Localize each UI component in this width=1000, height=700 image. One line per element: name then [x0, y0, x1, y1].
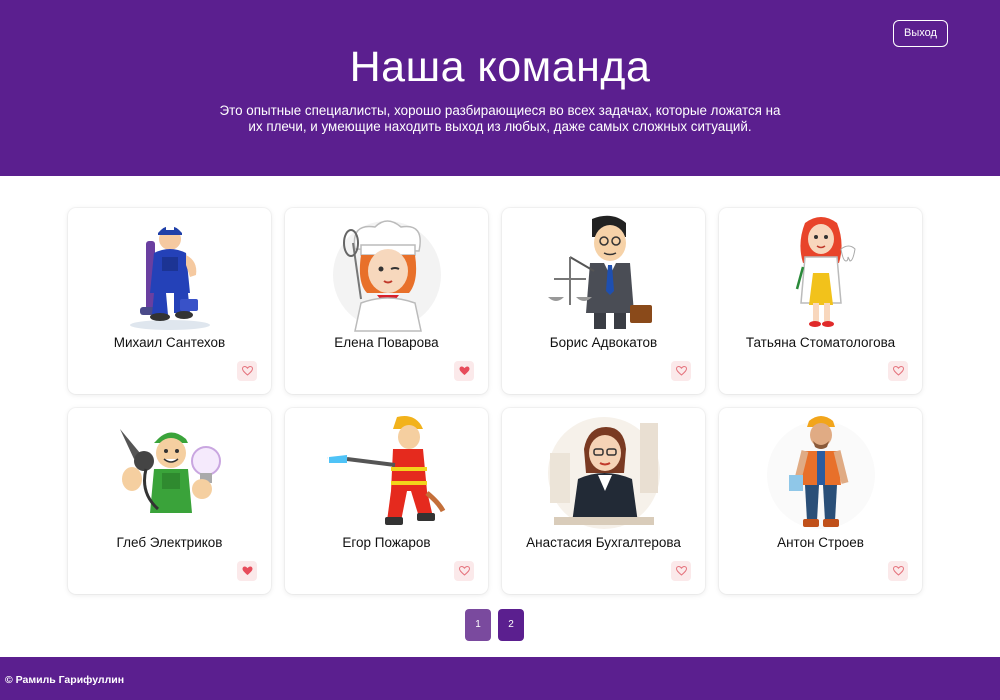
page-button-2[interactable]: 2 [498, 609, 524, 641]
electrician-avatar [110, 413, 230, 533]
chef-avatar [327, 213, 447, 333]
member-name: Егор Пожаров [342, 535, 431, 550]
member-name: Елена Поварова [334, 335, 439, 350]
member-name: Татьяна Стоматологова [745, 335, 896, 350]
lawyer-avatar [544, 213, 664, 333]
team-card[interactable]: Михаил Сантехов [68, 208, 271, 394]
team-card[interactable]: Татьяна Стоматологова [719, 208, 922, 394]
page-subtitle: Это опытные специалисты, хорошо разбираю… [219, 103, 781, 134]
team-card[interactable]: Анастасия Бухгалтерова [502, 408, 705, 594]
heart-outline-icon [892, 366, 904, 376]
team-card[interactable]: Борис Адвокатов [502, 208, 705, 394]
team-card[interactable]: Елена Поварова [285, 208, 488, 394]
like-button[interactable] [237, 361, 257, 381]
heart-filled-icon [242, 566, 252, 575]
member-name: Глеб Электриков [116, 535, 223, 550]
builder-avatar [761, 413, 881, 533]
firefighter-avatar [326, 413, 447, 533]
team-card[interactable]: Антон Строев [719, 408, 922, 594]
member-name: Анастасия Бухгалтерова [526, 535, 681, 550]
like-button[interactable] [237, 561, 257, 581]
accountant-avatar [544, 413, 664, 533]
member-name: Антон Строев [777, 535, 864, 550]
heart-outline-icon [241, 366, 253, 376]
like-button[interactable] [454, 361, 474, 381]
heart-outline-icon [675, 366, 687, 376]
like-button[interactable] [888, 361, 908, 381]
plumber-avatar [110, 213, 230, 333]
heart-outline-icon [458, 566, 470, 576]
like-button[interactable] [888, 561, 908, 581]
heart-filled-icon [459, 366, 469, 375]
like-button[interactable] [671, 361, 691, 381]
team-grid: Михаил Сантехов Елена Поварова Борис Адв… [68, 208, 922, 594]
page-button-1[interactable]: 1 [465, 609, 491, 641]
page-footer: © Рамиль Гарифуллин [0, 657, 1000, 700]
page-title: Наша команда [349, 43, 651, 91]
member-name: Михаил Сантехов [113, 335, 226, 350]
team-card[interactable]: Егор Пожаров [285, 408, 488, 594]
heart-outline-icon [892, 566, 904, 576]
dentist-avatar [761, 213, 881, 333]
like-button[interactable] [671, 561, 691, 581]
page-header: Выход Наша команда Это опытные специалис… [0, 0, 1000, 176]
like-button[interactable] [454, 561, 474, 581]
copyright-text: © Рамиль Гарифуллин [5, 674, 125, 686]
heart-outline-icon [675, 566, 687, 576]
member-name: Борис Адвокатов [549, 335, 658, 350]
team-card[interactable]: Глеб Электриков [68, 408, 271, 594]
